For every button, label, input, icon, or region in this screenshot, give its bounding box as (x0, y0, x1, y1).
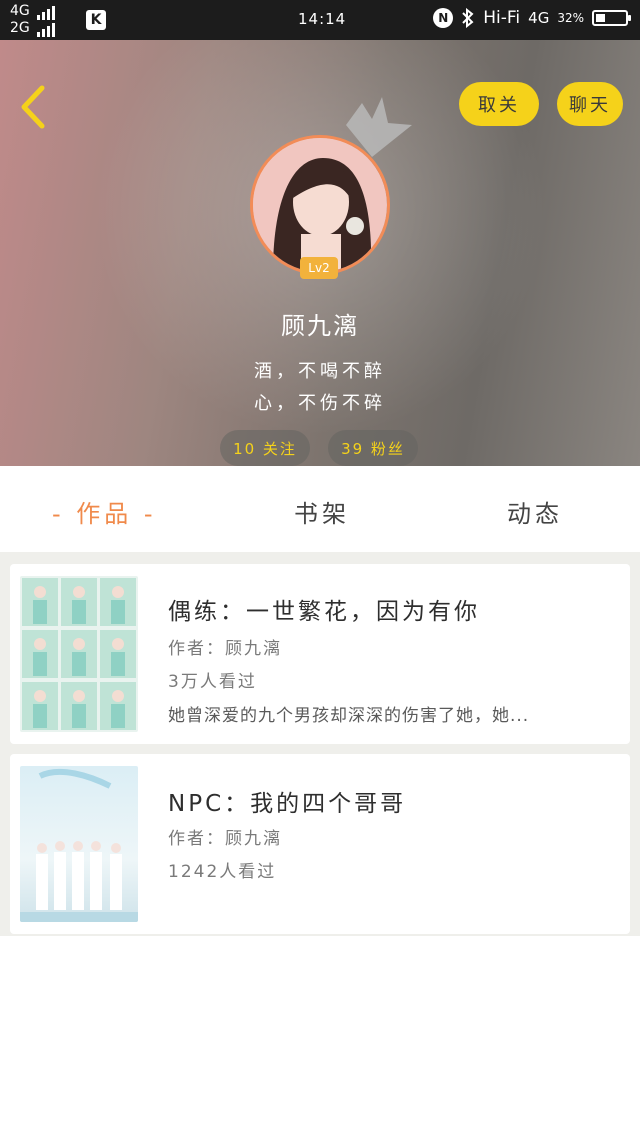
profile-header: 取关 聊天 Lv2 顾九漓 酒，不喝不醉 心，不伤不碎 10 关注 39 粉丝 (0, 40, 640, 466)
work-card[interactable]: 偶练：一世繁花，因为有你 作者：顾九漓 3万人看过 她曾深爱的九个男孩却深深的伤… (10, 564, 630, 744)
app-notification-icon: K (86, 10, 106, 30)
bio: 酒，不喝不醉 心，不伤不碎 (0, 356, 640, 420)
chat-button[interactable]: 聊天 (557, 82, 623, 126)
fans-count-button[interactable]: 39 粉丝 (328, 430, 418, 466)
level-badge: Lv2 (300, 257, 338, 279)
tab-bookshelf[interactable]: 书架 (294, 494, 350, 529)
clock: 14:14 (298, 10, 347, 28)
signal-icon (36, 23, 55, 37)
signal-group: 4G 2G (10, 3, 55, 37)
hifi-label: Hi-Fi (483, 8, 521, 28)
battery-icon (592, 10, 631, 26)
tab-works[interactable]: - 作品 - (52, 494, 157, 529)
crown-icon (346, 97, 412, 157)
network-type-2: 2G (10, 20, 30, 36)
following-count-button[interactable]: 10 关注 (220, 430, 310, 466)
network-type-1: 4G (10, 3, 30, 19)
bluetooth-icon (462, 8, 474, 28)
bio-line: 心，不伤不碎 (254, 393, 386, 414)
network-type-3: 4G (528, 9, 550, 27)
bio-line: 酒，不喝不醉 (254, 361, 386, 382)
book-cover (20, 766, 138, 922)
back-arrow-icon[interactable] (14, 82, 54, 132)
work-description: 她曾深爱的九个男孩却深深的伤害了她，她... (168, 706, 530, 726)
work-title: 偶练：一世繁花，因为有你 (168, 599, 480, 625)
nfc-icon: N (433, 8, 454, 28)
tab-activity[interactable]: 动态 (507, 494, 563, 529)
profile-tabs: - 作品 - 书架 动态 (0, 466, 640, 552)
book-cover (20, 576, 138, 732)
signal-icon (36, 6, 55, 20)
unfollow-button[interactable]: 取关 (459, 82, 539, 126)
status-bar: 4G 2G K 14:14 N Hi-Fi 4G 32% (0, 0, 640, 40)
avatar-container[interactable]: Lv2 (250, 97, 412, 279)
battery-percent: 32% (557, 11, 584, 25)
work-views: 3万人看过 (168, 672, 257, 692)
work-views: 1242人看过 (168, 862, 277, 882)
username: 顾九漓 (281, 312, 359, 340)
work-author: 作者：顾九漓 (168, 639, 282, 659)
work-title: NPC：我的四个哥哥 (168, 791, 407, 817)
work-author: 作者：顾九漓 (168, 829, 282, 849)
work-card[interactable]: NPC：我的四个哥哥 作者：顾九漓 1242人看过 (10, 754, 630, 934)
